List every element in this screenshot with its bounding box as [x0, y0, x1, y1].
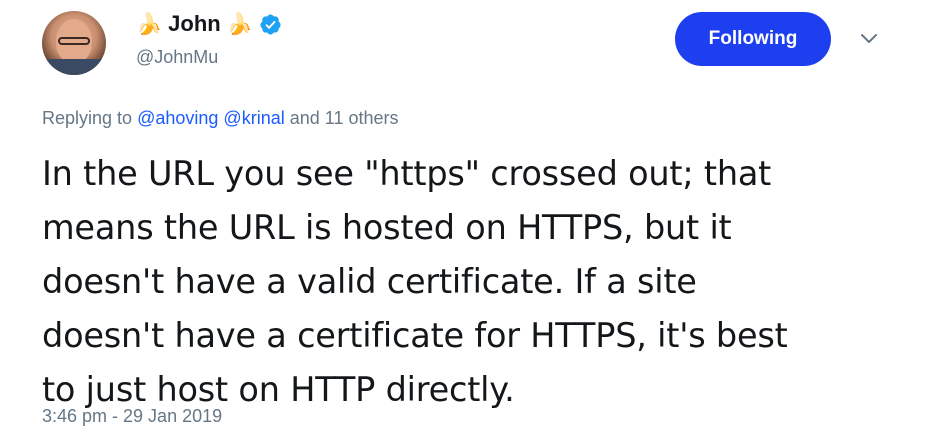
following-button[interactable]: Following [675, 12, 831, 66]
tweet-text-line: means the URL is hosted on HTTPS, but it [42, 208, 732, 247]
mention-link-krinal[interactable]: @krinal [223, 108, 284, 128]
replying-to-prefix: Replying to [42, 108, 133, 128]
tweet-card: 🍌 John 🍌 @JohnMu Following Replying to @… [0, 0, 926, 440]
avatar-shirt [42, 59, 106, 75]
others-count-link[interactable]: and 11 others [290, 108, 399, 128]
tweet-text: In the URL you see "https" crossed out; … [42, 147, 902, 417]
user-handle[interactable]: @JohnMu [136, 47, 218, 68]
banana-emoji-icon: 🍌 [226, 11, 253, 36]
avatar-glasses [58, 37, 90, 45]
banana-emoji-icon: 🍌 [136, 11, 163, 36]
tweet-timestamp[interactable]: 3:46 pm - 29 Jan 2019 [42, 406, 222, 427]
display-name[interactable]: John [168, 11, 221, 37]
tweet-text-line: doesn't have a certificate for HTTPS, it… [42, 316, 788, 355]
tweet-text-line: doesn't have a valid certificate. If a s… [42, 262, 697, 301]
mention-link-ahoving[interactable]: @ahoving [137, 108, 218, 128]
avatar[interactable] [42, 11, 106, 75]
author-name-row[interactable]: 🍌 John 🍌 [136, 6, 282, 42]
replying-to-line: Replying to @ahoving @krinal and 11 othe… [42, 108, 398, 129]
tweet-text-line: In the URL you see "https" crossed out; … [42, 154, 772, 193]
chevron-down-icon[interactable] [860, 32, 878, 46]
verified-badge-icon [260, 13, 281, 35]
